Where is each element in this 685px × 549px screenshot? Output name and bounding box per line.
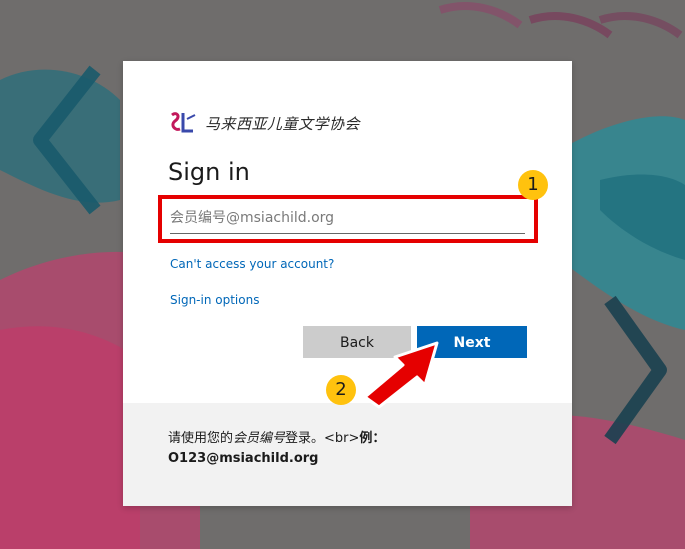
email-field-wrapper xyxy=(170,203,525,237)
step-badge-2: 2 xyxy=(326,375,356,405)
footer-panel: 请使用您的会员编号登录。<br>例： O123@msiachild.org xyxy=(123,403,572,506)
logo-icon xyxy=(171,112,196,133)
footer-text-after: 登录。<br> xyxy=(285,431,360,446)
footer-instructions: 请使用您的会员编号登录。<br>例： O123@msiachild.org xyxy=(168,429,538,469)
step-badge-1: 1 xyxy=(518,170,548,200)
signin-card: 马来西亚儿童文学协会 Sign in Can't access your acc… xyxy=(123,61,572,506)
cant-access-link[interactable]: Can't access your account? xyxy=(170,257,334,271)
footer-text-before: 请使用您的 xyxy=(168,431,234,446)
logo-text: 马来西亚儿童文学协会 xyxy=(205,114,361,133)
signin-options-link[interactable]: Sign-in options xyxy=(170,293,259,307)
page-title: Sign in xyxy=(168,158,250,186)
email-field[interactable] xyxy=(170,203,525,234)
footer-text-em: 会员编号 xyxy=(233,431,286,446)
organization-logo: 马来西亚儿童文学协会 xyxy=(169,110,360,136)
footer-example: O123@msiachild.org xyxy=(168,451,319,466)
pointer-arrow-icon xyxy=(363,341,439,409)
footer-example-label: 例： xyxy=(359,431,386,446)
